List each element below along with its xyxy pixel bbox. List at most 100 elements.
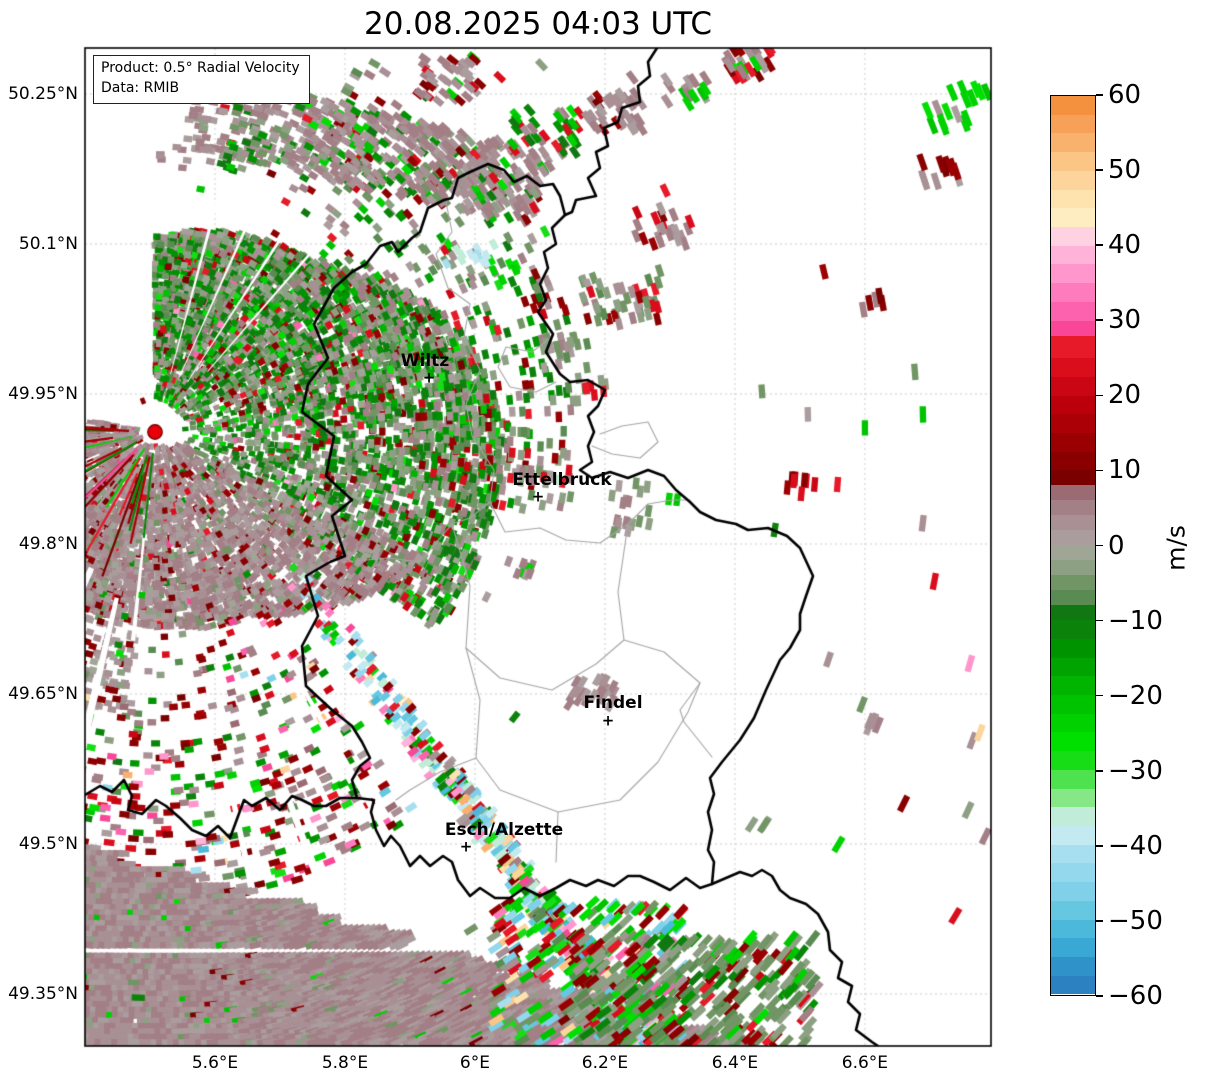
city-marker: + bbox=[459, 837, 473, 856]
colorbar-band bbox=[1051, 170, 1095, 190]
colorbar-band bbox=[1051, 975, 1095, 995]
colorbar-band bbox=[1051, 807, 1095, 826]
colorbar-band bbox=[1051, 575, 1095, 591]
colorbar-tick-label: 40 bbox=[1108, 230, 1142, 261]
colorbar-band bbox=[1051, 938, 1095, 957]
city-label: Findel bbox=[583, 693, 643, 713]
y-tick-label: 49.65°N bbox=[8, 684, 78, 704]
colorbar-tick bbox=[1096, 544, 1103, 547]
colorbar-band bbox=[1051, 590, 1095, 606]
colorbar-band bbox=[1051, 560, 1095, 576]
colorbar-tick-label: 20 bbox=[1108, 380, 1142, 411]
x-tick-label: 5.8°E bbox=[321, 1053, 369, 1073]
city-marker: + bbox=[601, 711, 615, 730]
colorbar-tick bbox=[1096, 920, 1103, 922]
colorbar bbox=[1050, 95, 1096, 996]
colorbar-band bbox=[1051, 863, 1095, 883]
colorbar-band bbox=[1051, 152, 1095, 171]
product-label: Product: 0.5° Radial Velocity bbox=[101, 60, 300, 76]
city-marker: + bbox=[422, 368, 436, 387]
colorbar-tick bbox=[1096, 394, 1103, 397]
colorbar-band bbox=[1051, 919, 1095, 939]
data-source-label: Data: RMIB bbox=[101, 79, 180, 96]
colorbar-tick bbox=[1096, 694, 1103, 697]
colorbar-band bbox=[1051, 208, 1095, 228]
colorbar-band bbox=[1051, 676, 1095, 695]
colorbar-tick bbox=[1096, 319, 1103, 322]
colorbar-tick bbox=[1096, 94, 1103, 96]
x-tick-label: 6°E bbox=[459, 1053, 490, 1073]
colorbar-tick-label: 30 bbox=[1108, 305, 1142, 336]
colorbar-tick-label: 60 bbox=[1108, 80, 1142, 110]
colorbar-tick-label: −20 bbox=[1108, 680, 1163, 711]
colorbar-tick bbox=[1096, 169, 1103, 171]
colorbar-band bbox=[1051, 713, 1095, 733]
colorbar-band bbox=[1051, 264, 1095, 284]
colorbar-band bbox=[1051, 114, 1095, 134]
colorbar-band bbox=[1051, 245, 1095, 265]
colorbar-tick-label: −50 bbox=[1108, 905, 1163, 936]
city-label: Ettelbruck bbox=[512, 470, 612, 490]
product-annotation-box: Product: 0.5° Radial Velocity Data: RMIB bbox=[93, 55, 310, 104]
colorbar-band bbox=[1051, 189, 1095, 209]
colorbar-tick bbox=[1096, 619, 1103, 622]
colorbar-band bbox=[1051, 395, 1095, 415]
colorbar-band bbox=[1051, 133, 1095, 153]
colorbar-band bbox=[1051, 96, 1095, 115]
colorbar-band bbox=[1051, 900, 1095, 920]
city-marker: + bbox=[531, 487, 545, 506]
colorbar-tick bbox=[1096, 845, 1103, 847]
colorbar-band bbox=[1051, 515, 1095, 531]
colorbar-band bbox=[1051, 957, 1095, 976]
page-title: 20.08.2025 04:03 UTC bbox=[364, 6, 712, 42]
y-tick-label: 49.35°N bbox=[8, 984, 78, 1004]
x-tick-label: 6.6°E bbox=[841, 1053, 889, 1073]
colorbar-tick-label: 10 bbox=[1108, 455, 1142, 486]
x-tick-label: 6.2°E bbox=[581, 1053, 629, 1073]
colorbar-band bbox=[1051, 358, 1095, 377]
colorbar-band bbox=[1051, 605, 1095, 621]
y-tick-label: 50.25°N bbox=[8, 84, 78, 104]
colorbar-band bbox=[1051, 694, 1095, 714]
y-tick-label: 49.95°N bbox=[8, 384, 78, 404]
colorbar-band bbox=[1051, 376, 1095, 396]
colorbar-band bbox=[1051, 788, 1095, 808]
colorbar-tick-label: 0 bbox=[1108, 530, 1125, 561]
colorbar-band bbox=[1051, 335, 1095, 359]
colorbar-tick-label: −60 bbox=[1108, 981, 1163, 1011]
colorbar-tick-label: −10 bbox=[1108, 605, 1163, 636]
map-canvas bbox=[0, 0, 1207, 1081]
colorbar-band bbox=[1051, 825, 1095, 845]
colorbar-band bbox=[1051, 530, 1095, 546]
colorbar-band bbox=[1051, 227, 1095, 246]
colorbar-gradient bbox=[1050, 95, 1096, 996]
x-tick-label: 6.4°E bbox=[711, 1053, 759, 1073]
colorbar-band bbox=[1051, 769, 1095, 789]
colorbar-band bbox=[1051, 638, 1095, 658]
colorbar-band bbox=[1051, 485, 1095, 501]
colorbar-tick bbox=[1096, 769, 1103, 772]
y-tick-label: 50.1°N bbox=[18, 234, 78, 254]
colorbar-band bbox=[1051, 320, 1095, 336]
colorbar-band bbox=[1051, 844, 1095, 864]
radar-velocity-figure: 20.08.2025 04:03 UTC Product: 0.5° Radia… bbox=[0, 0, 1207, 1081]
colorbar-band bbox=[1051, 732, 1095, 752]
colorbar-band bbox=[1051, 283, 1095, 302]
colorbar-band bbox=[1051, 751, 1095, 770]
colorbar-band bbox=[1051, 657, 1095, 677]
colorbar-band bbox=[1051, 500, 1095, 516]
colorbar-tick-label: −40 bbox=[1108, 830, 1163, 861]
colorbar-band bbox=[1051, 882, 1095, 901]
colorbar-band bbox=[1051, 414, 1095, 433]
colorbar-band bbox=[1051, 432, 1095, 452]
colorbar-tick bbox=[1096, 469, 1103, 472]
colorbar-tick-label: 50 bbox=[1108, 155, 1142, 186]
y-tick-label: 49.5°N bbox=[18, 834, 78, 854]
y-tick-label: 49.8°N bbox=[18, 534, 78, 554]
colorbar-tick bbox=[1096, 995, 1103, 997]
colorbar-band bbox=[1051, 470, 1095, 486]
colorbar-band bbox=[1051, 301, 1095, 321]
colorbar-band bbox=[1051, 545, 1095, 561]
colorbar-tick bbox=[1096, 244, 1103, 246]
colorbar-unit-label: m/s bbox=[1161, 525, 1191, 571]
